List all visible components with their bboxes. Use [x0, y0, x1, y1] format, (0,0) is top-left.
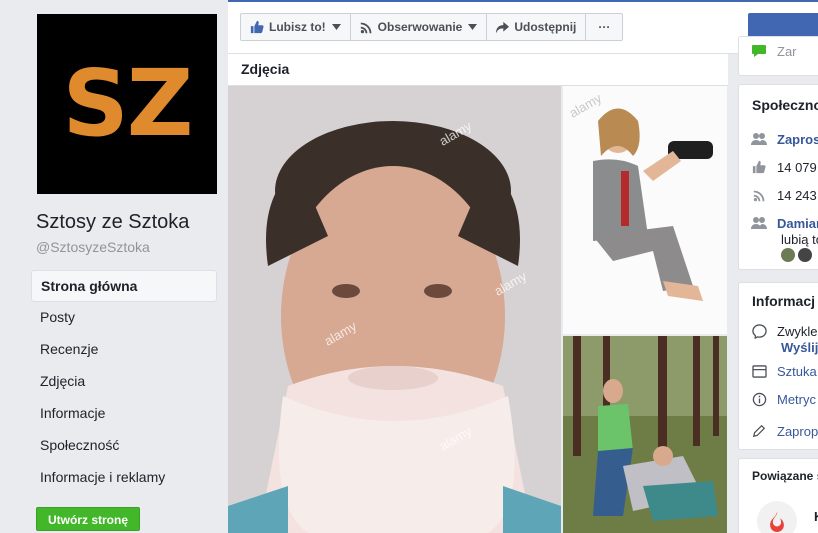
photos-section-header: Zdjęcia [228, 54, 728, 86]
thumbs-up-icon [250, 20, 264, 34]
photo-businesswoman-binoculars[interactable]: alamy [563, 86, 727, 334]
page-action-bar: Lubisz to! Obserwowanie Udostępnij ··· [228, 0, 818, 54]
chevron-down-icon [331, 24, 341, 30]
nav-item-info-ads[interactable]: Informacje i reklamy [31, 462, 217, 494]
likes-count-row: 14 079 [751, 159, 817, 175]
messenger-icon [751, 323, 767, 339]
community-card: Społeczno Zapros 14 079 14 243 Damian [738, 84, 818, 270]
top-card-row[interactable]: Zar [751, 43, 797, 59]
more-dots-icon: ··· [598, 20, 611, 34]
friend-avatars [781, 248, 812, 262]
left-column: SZ Sztosy ze Sztoka @SztosyzeSztoka Stro… [0, 0, 228, 533]
share-arrow-icon [496, 21, 510, 34]
people-icon [751, 215, 767, 231]
photo-illustration [228, 86, 561, 533]
related-page-initial[interactable]: K [814, 509, 818, 524]
rss-icon [751, 187, 767, 203]
follow-button-label: Obserwowanie [377, 20, 463, 34]
related-pages-card: Powiązane s K [738, 458, 818, 533]
share-button[interactable]: Udostępnij [487, 14, 587, 40]
page-nav: Strona główna Posty Recenzje Zdjęcia Inf… [31, 270, 217, 494]
related-page-thumbnail[interactable] [757, 501, 797, 533]
fire-icon [770, 511, 784, 532]
like-button[interactable]: Lubisz to! [241, 14, 351, 40]
messenger-row[interactable]: Zwykle [751, 323, 817, 339]
top-card-link[interactable]: Zar [777, 44, 797, 59]
invite-friends-row[interactable]: Zapros [751, 131, 818, 147]
follows-count-row: 14 243 [751, 187, 817, 203]
info-card-title: Informacj [752, 293, 816, 309]
suggest-edit-row[interactable]: Zaprop [751, 423, 818, 439]
page-handle[interactable]: @SztosyzeSztoka [36, 239, 150, 255]
follow-button[interactable]: Obserwowanie [351, 14, 488, 40]
more-options-button[interactable]: ··· [586, 14, 622, 40]
nav-item-posts[interactable]: Posty [31, 302, 217, 334]
send-message-row[interactable]: Wyślij [781, 340, 818, 355]
friends-like-row[interactable]: Damian [751, 215, 818, 231]
follows-count: 14 243 [777, 187, 817, 203]
photos-section-title[interactable]: Zdjęcia [241, 61, 289, 77]
category-link[interactable]: Sztuka [777, 364, 817, 379]
photo-illustration [563, 86, 727, 334]
pencil-icon [751, 423, 767, 439]
share-button-label: Udostępnij [514, 20, 577, 34]
action-button-group: Lubisz to! Obserwowanie Udostępnij ··· [240, 13, 624, 41]
friends-like-sub: lubią to [781, 232, 818, 247]
photo-girls-forest[interactable] [563, 336, 727, 533]
page-name[interactable]: Sztosy ze Sztoka [36, 211, 189, 234]
category-icon [751, 363, 767, 379]
related-pages-title: Powiązane s [752, 469, 818, 483]
send-message-link[interactable]: Wyślij [781, 340, 818, 355]
nav-item-community[interactable]: Społeczność [31, 430, 217, 462]
right-column: Zar Społeczno Zapros 14 079 14 243 Damia… [738, 0, 818, 533]
invite-friends-link[interactable]: Zapros [777, 132, 818, 147]
top-card: Zar [738, 36, 818, 76]
photo-bearded-man[interactable]: alamy alamy alamy alamy [228, 86, 561, 533]
info-circle-icon [751, 391, 767, 407]
rss-icon [360, 21, 373, 34]
friend-name-link[interactable]: Damian [777, 216, 818, 231]
nav-item-about[interactable]: Informacje [31, 398, 217, 430]
people-icon [751, 131, 767, 147]
nav-item-reviews[interactable]: Recenzje [31, 334, 217, 366]
thumbs-up-icon [751, 159, 767, 175]
chevron-down-icon [468, 24, 478, 30]
nav-item-home[interactable]: Strona główna [31, 270, 217, 302]
metrics-row[interactable]: Metryc [751, 391, 816, 407]
info-card: Informacj Zwykle Wyślij Sztuka Metryc Za… [738, 282, 818, 450]
avatar[interactable] [781, 248, 795, 262]
likes-count: 14 079 [777, 159, 817, 175]
message-bubble-icon [751, 43, 767, 59]
photo-illustration [563, 336, 727, 533]
suggest-edit-link[interactable]: Zaprop [777, 424, 818, 439]
logo-text: SZ [62, 50, 194, 157]
avatar[interactable] [798, 248, 812, 262]
messenger-text: Zwykle [777, 323, 818, 339]
create-page-button[interactable]: Utwórz stronę [36, 507, 140, 531]
community-card-title: Społeczno [752, 97, 818, 113]
page-profile-picture[interactable]: SZ [37, 14, 217, 194]
nav-item-photos[interactable]: Zdjęcia [31, 366, 217, 398]
category-row[interactable]: Sztuka [751, 363, 817, 379]
like-button-label: Lubisz to! [269, 20, 326, 34]
friends-like-text: lubią to [781, 232, 818, 247]
metrics-link[interactable]: Metryc [777, 392, 816, 407]
